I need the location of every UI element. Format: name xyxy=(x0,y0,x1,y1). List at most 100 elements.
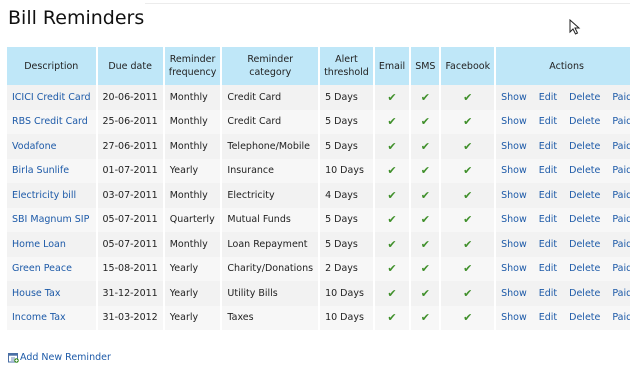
show-link[interactable]: Show xyxy=(501,190,527,201)
header-due-date[interactable]: Due date xyxy=(95,47,164,85)
edit-link[interactable]: Edit xyxy=(539,165,557,176)
top-divider xyxy=(145,3,630,4)
due-date-cell: 25-06-2011 xyxy=(95,109,164,134)
header-email[interactable]: Email xyxy=(372,47,411,85)
edit-link[interactable]: Edit xyxy=(539,92,557,103)
show-link[interactable]: Show xyxy=(501,165,527,176)
paid-link[interactable]: Paid xyxy=(612,190,630,201)
header-sms[interactable]: SMS xyxy=(409,47,441,85)
category-cell: Credit Card xyxy=(220,109,320,134)
frequency-cell: Yearly xyxy=(162,281,222,306)
edit-link[interactable]: Edit xyxy=(539,141,557,152)
paid-link[interactable]: Paid xyxy=(612,141,630,152)
reminder-description-link[interactable]: Birla Sunlife xyxy=(7,158,97,183)
edit-link[interactable]: Edit xyxy=(539,214,557,225)
paid-link[interactable]: Paid xyxy=(612,239,630,250)
show-link[interactable]: Show xyxy=(501,92,527,103)
delete-link[interactable]: Delete xyxy=(569,141,600,152)
delete-link[interactable]: Delete xyxy=(569,312,600,323)
checkmark-icon: ✔ xyxy=(420,90,430,104)
category-cell: Loan Repayment xyxy=(220,232,320,257)
delete-link[interactable]: Delete xyxy=(569,92,600,103)
checkmark-icon: ✔ xyxy=(387,115,397,129)
due-date-cell: 05-07-2011 xyxy=(95,232,164,257)
delete-link[interactable]: Delete xyxy=(569,263,600,274)
show-link[interactable]: Show xyxy=(501,263,527,274)
show-link[interactable]: Show xyxy=(501,116,527,127)
add-new-reminder-link[interactable]: Add New Reminder xyxy=(8,352,111,363)
reminder-description-link[interactable]: Home Loan xyxy=(7,232,97,257)
paid-link[interactable]: Paid xyxy=(612,312,630,323)
header-facebook[interactable]: Facebook xyxy=(439,47,496,85)
reminders-table: Description Due date Reminder frequency R… xyxy=(7,47,630,330)
due-date-cell: 15-08-2011 xyxy=(95,256,164,281)
reminder-description-link[interactable]: Electricity bill xyxy=(7,183,97,208)
paid-link[interactable]: Paid xyxy=(612,165,630,176)
frequency-cell: Monthly xyxy=(162,134,222,159)
threshold-cell: 10 Days xyxy=(318,281,374,306)
facebook-enabled-cell: ✔ xyxy=(439,256,496,281)
edit-link[interactable]: Edit xyxy=(539,239,557,250)
delete-link[interactable]: Delete xyxy=(569,116,600,127)
edit-link[interactable]: Edit xyxy=(539,190,557,201)
header-category[interactable]: Reminder category xyxy=(220,47,320,85)
reminder-description-link[interactable]: RBS Credit Card xyxy=(7,109,97,134)
sms-enabled-cell: ✔ xyxy=(409,183,441,208)
edit-link[interactable]: Edit xyxy=(539,116,557,127)
calendar-add-icon xyxy=(8,353,19,363)
delete-link[interactable]: Delete xyxy=(569,190,600,201)
add-new-reminder-label: Add New Reminder xyxy=(20,352,111,363)
edit-link[interactable]: Edit xyxy=(539,312,557,323)
paid-link[interactable]: Paid xyxy=(612,288,630,299)
delete-link[interactable]: Delete xyxy=(569,165,600,176)
actions-cell: Show Edit Delete Paid xyxy=(494,305,630,330)
threshold-cell: 2 Days xyxy=(318,256,374,281)
due-date-cell: 20-06-2011 xyxy=(95,85,164,110)
delete-link[interactable]: Delete xyxy=(569,214,600,225)
paid-link[interactable]: Paid xyxy=(612,116,630,127)
actions-cell: Show Edit Delete Paid xyxy=(494,85,630,110)
table-header-row: Description Due date Reminder frequency R… xyxy=(7,47,630,85)
checkmark-icon: ✔ xyxy=(387,262,397,276)
reminder-description-link[interactable]: SBI Magnum SIP xyxy=(7,207,97,232)
sms-enabled-cell: ✔ xyxy=(409,232,441,257)
frequency-cell: Yearly xyxy=(162,305,222,330)
sms-enabled-cell: ✔ xyxy=(409,207,441,232)
sms-enabled-cell: ✔ xyxy=(409,134,441,159)
reminder-description-link[interactable]: Income Tax xyxy=(7,305,97,330)
show-link[interactable]: Show xyxy=(501,239,527,250)
show-link[interactable]: Show xyxy=(501,141,527,152)
category-cell: Charity/Donations xyxy=(220,256,320,281)
paid-link[interactable]: Paid xyxy=(612,92,630,103)
reminder-description-link[interactable]: Vodafone xyxy=(7,134,97,159)
table-row: Birla Sunlife 01-07-2011 Yearly Insurance 10… xyxy=(7,158,630,183)
show-link[interactable]: Show xyxy=(501,312,527,323)
due-date-cell: 03-07-2011 xyxy=(95,183,164,208)
edit-link[interactable]: Edit xyxy=(539,288,557,299)
reminder-description-link[interactable]: House Tax xyxy=(7,281,97,306)
threshold-cell: 5 Days xyxy=(318,134,374,159)
delete-link[interactable]: Delete xyxy=(569,288,600,299)
show-link[interactable]: Show xyxy=(501,214,527,225)
frequency-cell: Monthly xyxy=(162,85,222,110)
actions-cell: Show Edit Delete Paid xyxy=(494,183,630,208)
sms-enabled-cell: ✔ xyxy=(409,256,441,281)
table-row: RBS Credit Card 25-06-2011 Monthly Credit C… xyxy=(7,109,630,134)
frequency-cell: Monthly xyxy=(162,109,222,134)
delete-link[interactable]: Delete xyxy=(569,239,600,250)
paid-link[interactable]: Paid xyxy=(612,263,630,274)
table-row: ICICI Credit Card 20-06-2011 Monthly Credit… xyxy=(7,85,630,110)
header-description[interactable]: Description xyxy=(7,47,97,85)
reminder-description-link[interactable]: ICICI Credit Card xyxy=(7,85,97,110)
show-link[interactable]: Show xyxy=(501,288,527,299)
reminder-description-link[interactable]: Green Peace xyxy=(7,256,97,281)
frequency-cell: Yearly xyxy=(162,158,222,183)
checkmark-icon: ✔ xyxy=(463,311,473,325)
paid-link[interactable]: Paid xyxy=(612,214,630,225)
header-frequency[interactable]: Reminder frequency xyxy=(162,47,222,85)
edit-link[interactable]: Edit xyxy=(539,263,557,274)
checkmark-icon: ✔ xyxy=(463,90,473,104)
table-row: Income Tax 31-03-2012 Yearly Taxes 10 Days ✔ ✔… xyxy=(7,305,630,330)
header-threshold[interactable]: Alert threshold xyxy=(318,47,374,85)
checkmark-icon: ✔ xyxy=(387,164,397,178)
